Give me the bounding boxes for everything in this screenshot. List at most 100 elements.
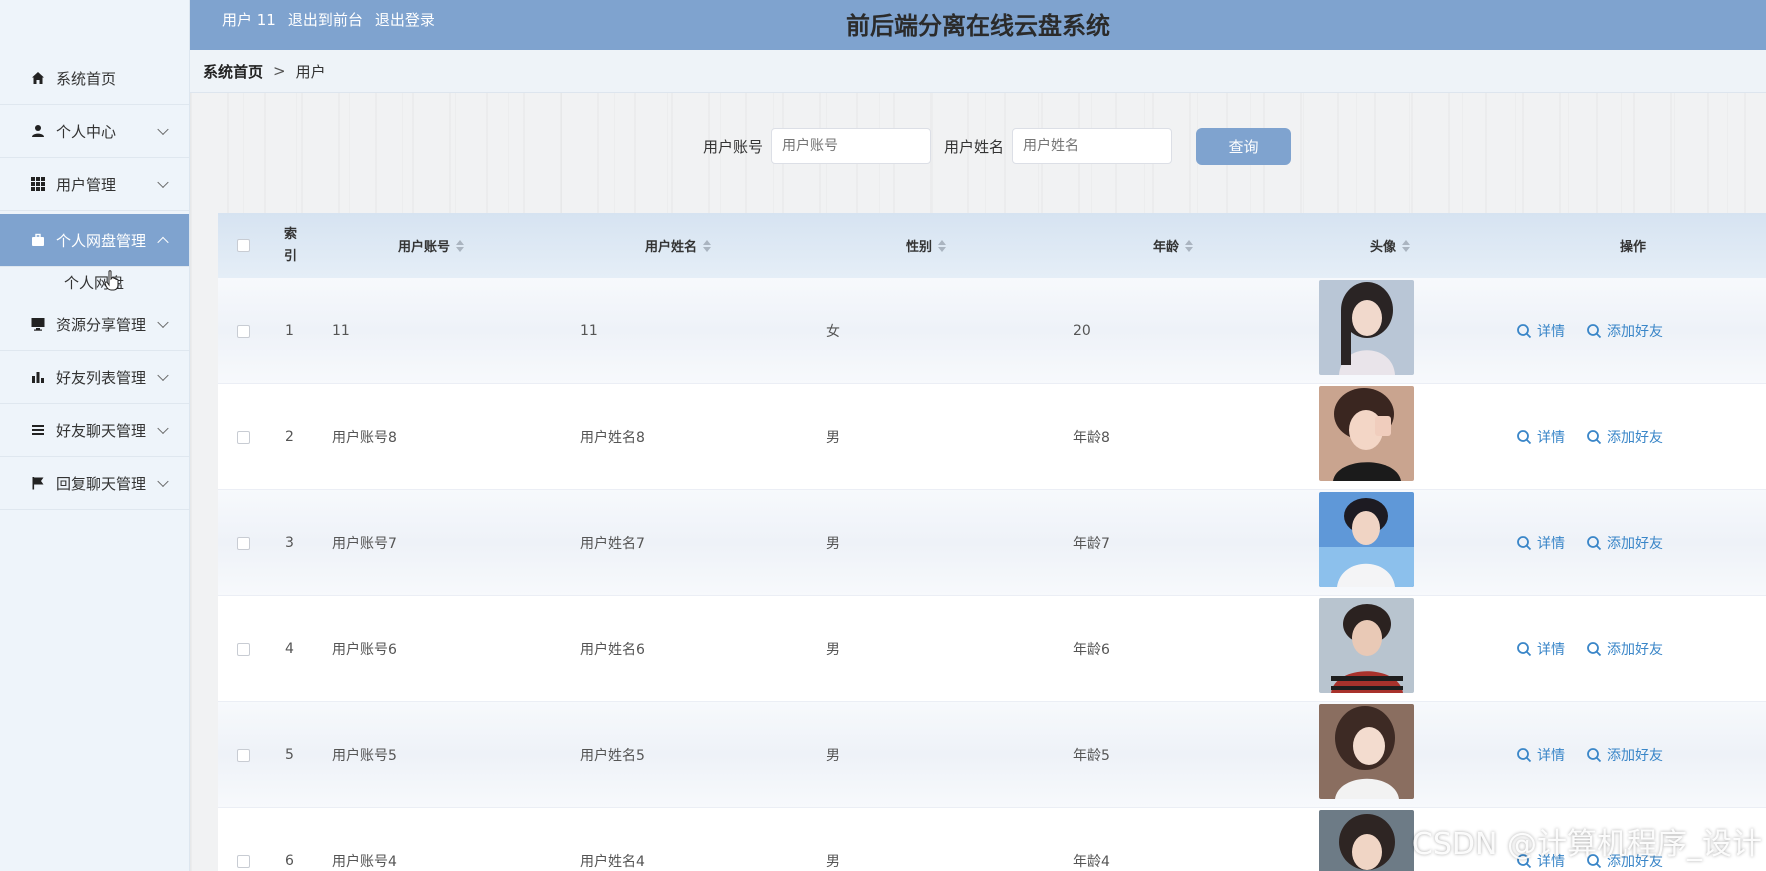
- search-icon: [1517, 642, 1532, 657]
- row-name: 用户姓名4: [580, 854, 645, 870]
- search-icon: [1587, 536, 1602, 551]
- row-index: 4: [285, 641, 294, 657]
- add-friend-button[interactable]: 添加好友: [1586, 384, 1663, 490]
- account-header-label: 用户账号: [398, 240, 451, 255]
- row-checkbox[interactable]: [237, 536, 250, 550]
- sidebar-item-profile[interactable]: 个人中心: [0, 105, 189, 158]
- watermark: CSDN @计算机程序_设计: [1411, 827, 1762, 862]
- add-friend-label: 添加好友: [1607, 748, 1663, 764]
- row-age: 20: [1073, 323, 1091, 339]
- row-checkbox[interactable]: [237, 324, 250, 338]
- sort-icon[interactable]: [1402, 239, 1411, 252]
- row-name: 用户姓名6: [580, 642, 645, 658]
- row-name: 用户姓名8: [580, 430, 645, 446]
- name-header[interactable]: 用户姓名: [645, 213, 712, 278]
- row-gender: 男: [826, 536, 840, 552]
- detail-button[interactable]: 详情: [1516, 596, 1565, 702]
- sort-icon[interactable]: [703, 239, 712, 252]
- row-checkbox[interactable]: [237, 854, 250, 868]
- detail-button[interactable]: 详情: [1516, 384, 1565, 490]
- breadcrumb: 系统首页 > 用户: [190, 50, 1766, 93]
- flag-icon: [30, 475, 46, 491]
- add-friend-button[interactable]: 添加好友: [1586, 596, 1663, 702]
- search-name-group: 用户姓名: [944, 128, 1173, 164]
- detail-label: 详情: [1537, 748, 1565, 764]
- row-age: 年龄4: [1073, 854, 1110, 870]
- select-all-checkbox[interactable]: [237, 239, 250, 252]
- row-age: 年龄7: [1073, 536, 1110, 552]
- detail-button[interactable]: 详情: [1516, 278, 1565, 384]
- search-icon: [1517, 430, 1532, 445]
- add-friend-label: 添加好友: [1607, 430, 1663, 446]
- age-header[interactable]: 年龄: [1153, 213, 1194, 278]
- search-icon: [1587, 324, 1602, 339]
- sidebar-item-label: 个人中心: [56, 122, 117, 141]
- sidebar-item-users[interactable]: 用户管理: [0, 158, 189, 211]
- row-checkbox[interactable]: [237, 748, 250, 762]
- detail-button[interactable]: 详情: [1516, 702, 1565, 808]
- detail-button[interactable]: 详情: [1516, 490, 1565, 596]
- row-checkbox[interactable]: [237, 430, 250, 444]
- add-friend-button[interactable]: 添加好友: [1586, 278, 1663, 384]
- row-account: 用户账号4: [332, 854, 397, 870]
- row-gender: 男: [826, 430, 840, 446]
- avatar: [1319, 386, 1414, 481]
- actions-header: 操作: [1620, 240, 1647, 255]
- sidebar-item-share[interactable]: 资源分享管理: [0, 298, 189, 351]
- home-icon: [30, 70, 46, 86]
- sort-icon[interactable]: [1185, 239, 1194, 252]
- add-friend-label: 添加好友: [1607, 642, 1663, 658]
- search-icon: [1517, 748, 1532, 763]
- search-account-label: 用户账号: [703, 137, 764, 156]
- avatar: [1319, 492, 1414, 587]
- add-friend-button[interactable]: 添加好友: [1586, 490, 1663, 596]
- account-search-input[interactable]: [771, 128, 932, 164]
- user-icon: [30, 123, 46, 139]
- sidebar-item-netdisk[interactable]: 个人网盘管理: [0, 214, 189, 267]
- row-checkbox[interactable]: [237, 642, 250, 656]
- sidebar-item-friends[interactable]: 好友列表管理: [0, 351, 189, 404]
- breadcrumb-separator: >: [273, 62, 286, 80]
- detail-label: 详情: [1537, 324, 1565, 340]
- detail-label: 详情: [1537, 430, 1565, 446]
- sort-icon[interactable]: [456, 239, 465, 252]
- name-header-label: 用户姓名: [645, 240, 698, 255]
- breadcrumb-home[interactable]: 系统首页: [203, 61, 263, 82]
- grid-icon: [30, 176, 46, 192]
- search-icon: [1587, 430, 1602, 445]
- account-header[interactable]: 用户账号: [398, 213, 465, 278]
- sidebar-item-label: 好友列表管理: [56, 368, 147, 387]
- name-search-input[interactable]: [1012, 128, 1173, 164]
- search-icon: [1587, 748, 1602, 763]
- row-account: 用户账号8: [332, 430, 397, 446]
- sort-icon[interactable]: [938, 239, 947, 252]
- sidebar-item-home[interactable]: 系统首页: [0, 52, 189, 105]
- chevron-down-icon: [157, 369, 169, 382]
- sidebar-item-label: 用户管理: [56, 175, 117, 194]
- sidebar-item-chat[interactable]: 好友聊天管理: [0, 404, 189, 457]
- table-header: 索引 用户账号 用户姓名 性别 年龄 头像 操作: [218, 213, 1766, 278]
- gender-header[interactable]: 性别: [906, 213, 947, 278]
- sidebar-item-label: 回复聊天管理: [56, 474, 147, 493]
- query-button[interactable]: 查询: [1196, 128, 1291, 165]
- avatar: [1319, 598, 1414, 693]
- sidebar-item-label: 好友聊天管理: [56, 421, 147, 440]
- row-account: 用户账号6: [332, 642, 397, 658]
- chevron-down-icon: [157, 316, 169, 329]
- avatar-header[interactable]: 头像: [1370, 213, 1411, 278]
- search-name-label: 用户姓名: [944, 137, 1005, 156]
- search-icon: [1587, 642, 1602, 657]
- sidebar: 系统首页 个人中心 用户管理 个人网盘管理 个人网盘 资源分享管理 好友列表管理…: [0, 0, 190, 871]
- add-friend-button[interactable]: 添加好友: [1586, 702, 1663, 808]
- sidebar-item-reply[interactable]: 回复聊天管理: [0, 457, 189, 510]
- row-name: 用户姓名5: [580, 748, 645, 764]
- add-friend-label: 添加好友: [1607, 536, 1663, 552]
- row-account: 用户账号7: [332, 536, 397, 552]
- user-table: 索引 用户账号 用户姓名 性别 年龄 头像 操作 1 11 11 女 20 详情…: [218, 213, 1766, 871]
- list-icon: [30, 422, 46, 438]
- age-header-label: 年龄: [1153, 240, 1180, 255]
- row-index: 6: [285, 853, 294, 869]
- search-account-group: 用户账号: [703, 128, 932, 164]
- add-friend-label: 添加好友: [1607, 324, 1663, 340]
- row-name: 用户姓名7: [580, 536, 645, 552]
